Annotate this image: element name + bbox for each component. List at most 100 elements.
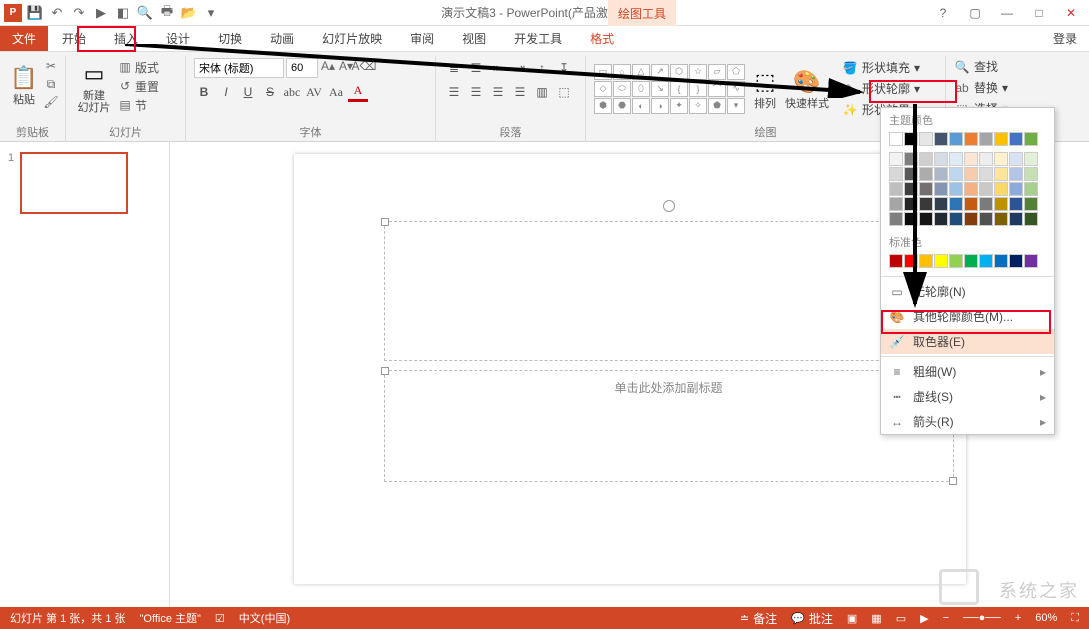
increase-font-icon[interactable]: A▴ (320, 58, 336, 74)
color-swatch[interactable] (949, 197, 963, 211)
comments-button[interactable]: 💬 批注 (791, 610, 833, 627)
eyedropper-item[interactable]: 💉取色器(E) (881, 329, 1054, 354)
arrange-button[interactable]: ⬚ 排列 (748, 66, 782, 110)
notes-button[interactable]: ≐ 备注 (740, 610, 777, 627)
columns-icon[interactable]: ▥ (532, 82, 552, 102)
color-swatch[interactable] (994, 197, 1008, 211)
login-link[interactable]: 登录 (1041, 26, 1089, 51)
color-swatch[interactable] (919, 167, 933, 181)
close-icon[interactable]: ✕ (1059, 6, 1083, 20)
zoom-out-icon[interactable]: − (943, 612, 949, 624)
color-swatch[interactable] (889, 197, 903, 211)
font-name-input[interactable] (194, 58, 284, 78)
open-icon[interactable]: 📂 (180, 4, 198, 22)
color-swatch[interactable] (994, 182, 1008, 196)
maximize-icon[interactable]: □ (1027, 6, 1051, 20)
minimize-icon[interactable]: — (995, 6, 1019, 20)
color-swatch[interactable] (994, 254, 1008, 268)
undo-icon[interactable]: ↶ (48, 4, 66, 22)
color-swatch[interactable] (949, 212, 963, 226)
tab-design[interactable]: 设计 (152, 26, 204, 51)
reset-button[interactable]: ↺重置 (117, 78, 159, 95)
tab-format[interactable]: 格式 (576, 26, 628, 51)
tab-transitions[interactable]: 切换 (204, 26, 256, 51)
subtitle-placeholder[interactable]: 单击此处添加副标题 (384, 370, 954, 482)
text-direction-icon[interactable]: ↧ (554, 58, 574, 78)
color-swatch[interactable] (934, 212, 948, 226)
color-swatch[interactable] (1009, 167, 1023, 181)
color-swatch[interactable] (904, 152, 918, 166)
view-normal-icon[interactable]: ▣ (847, 612, 857, 625)
new-slide-button[interactable]: ▭ 新建 幻灯片 (74, 58, 114, 114)
align-center-icon[interactable]: ☰ (466, 82, 486, 102)
rotate-handle-icon[interactable] (663, 200, 675, 212)
color-swatch[interactable] (979, 212, 993, 226)
color-swatch[interactable] (979, 132, 993, 146)
find-button[interactable]: 🔍查找 (954, 58, 1038, 75)
color-swatch[interactable] (979, 167, 993, 181)
color-swatch[interactable] (889, 182, 903, 196)
color-swatch[interactable] (904, 197, 918, 211)
color-swatch[interactable] (934, 197, 948, 211)
tab-insert[interactable]: 插入 (100, 26, 152, 51)
color-swatch[interactable] (1009, 212, 1023, 226)
color-swatch[interactable] (919, 182, 933, 196)
qat-icon[interactable]: ◧ (114, 4, 132, 22)
color-swatch[interactable] (1009, 132, 1023, 146)
color-swatch[interactable] (934, 132, 948, 146)
format-painter-icon[interactable]: 🖌 (43, 94, 59, 110)
qat-dropdown-icon[interactable]: ▾ (202, 4, 220, 22)
color-swatch[interactable] (949, 167, 963, 181)
shape-outline-button[interactable]: ✎形状轮廓▾ (838, 79, 924, 98)
layout-button[interactable]: ▥版式 (117, 59, 159, 76)
indent-inc-icon[interactable]: ⇥ (510, 58, 530, 78)
qat-icon[interactable]: 🖶 (158, 4, 176, 22)
help-icon[interactable]: ? (931, 6, 955, 20)
tab-file[interactable]: 文件 (0, 26, 48, 51)
color-swatch[interactable] (1024, 212, 1038, 226)
color-swatch[interactable] (1024, 152, 1038, 166)
color-swatch[interactable] (964, 197, 978, 211)
font-size-input[interactable] (286, 58, 318, 78)
line-spacing-icon[interactable]: ↕ (532, 58, 552, 78)
slide-canvas[interactable]: 单击此处添加副标题 (294, 154, 966, 584)
zoom-slider[interactable]: ──●── (963, 612, 1001, 624)
copy-icon[interactable]: ⧉ (43, 76, 59, 92)
smartart-icon[interactable]: ⬚ (554, 82, 574, 102)
title-placeholder[interactable] (384, 221, 954, 361)
font-color-button[interactable]: A (348, 82, 368, 102)
color-swatch[interactable] (904, 212, 918, 226)
fit-window-icon[interactable]: ⛶ (1071, 612, 1079, 625)
view-sorter-icon[interactable]: ▦ (871, 612, 881, 625)
color-swatch[interactable] (979, 197, 993, 211)
color-swatch[interactable] (964, 152, 978, 166)
color-swatch[interactable] (1024, 254, 1038, 268)
color-swatch[interactable] (964, 182, 978, 196)
save-icon[interactable]: 💾 (26, 4, 44, 22)
color-swatch[interactable] (979, 182, 993, 196)
numbering-icon[interactable]: ☰ (466, 58, 486, 78)
color-swatch[interactable] (889, 212, 903, 226)
slide-thumbnail[interactable]: 1 (8, 152, 161, 214)
color-swatch[interactable] (919, 212, 933, 226)
shape-fill-button[interactable]: 🪣形状填充▾ (838, 58, 924, 77)
case-button[interactable]: Aa (326, 82, 346, 102)
color-swatch[interactable] (964, 132, 978, 146)
color-swatch[interactable] (994, 212, 1008, 226)
thumbnail-pane[interactable]: 1 (0, 142, 170, 607)
color-swatch[interactable] (919, 197, 933, 211)
weight-item[interactable]: ≡粗细(W)▸ (881, 359, 1054, 384)
redo-icon[interactable]: ↷ (70, 4, 88, 22)
color-swatch[interactable] (949, 152, 963, 166)
color-swatch[interactable] (934, 254, 948, 268)
color-swatch[interactable] (979, 152, 993, 166)
color-swatch[interactable] (949, 254, 963, 268)
underline-button[interactable]: U (238, 82, 258, 102)
qat-icon[interactable]: 🔍 (136, 4, 154, 22)
view-slideshow-icon[interactable]: ▶ (920, 612, 928, 625)
color-swatch[interactable] (1024, 182, 1038, 196)
start-slideshow-icon[interactable]: ▶ (92, 4, 110, 22)
ribbon-options-icon[interactable]: ▢ (963, 6, 987, 20)
shapes-gallery[interactable]: ▭○△↗⬡☆▱⬠ ◇⬭⬯↘{}⌒∿ ⬢⬣◐◑✦✧⬟▾ (594, 64, 745, 114)
align-left-icon[interactable]: ☰ (444, 82, 464, 102)
